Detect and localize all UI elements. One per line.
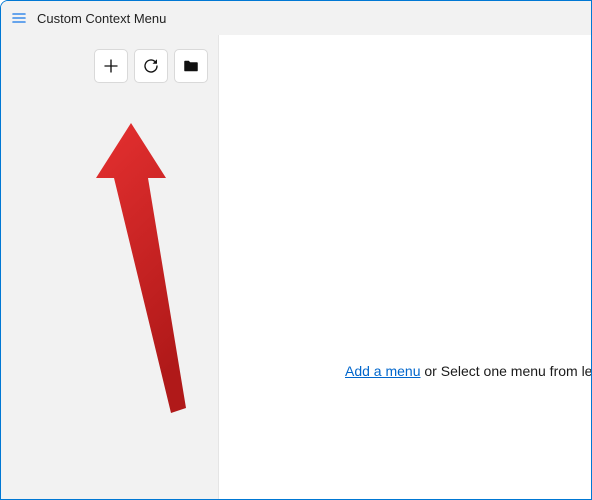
window-title: Custom Context Menu — [37, 11, 166, 26]
refresh-icon — [142, 57, 160, 75]
annotation-arrow — [96, 123, 206, 413]
refresh-button[interactable] — [134, 49, 168, 83]
main-panel: Add a menu or Select one menu from left — [219, 35, 591, 499]
titlebar: Custom Context Menu — [1, 1, 591, 35]
sidebar-toolbar — [1, 49, 218, 83]
app-window: Custom Context Menu — [0, 0, 592, 500]
empty-state-prompt: Add a menu or Select one menu from left — [345, 363, 592, 379]
add-menu-link[interactable]: Add a menu — [345, 363, 421, 379]
content-area: Add a menu or Select one menu from left — [1, 35, 591, 499]
app-menu-icon[interactable] — [11, 10, 27, 26]
sidebar — [1, 35, 219, 499]
add-button[interactable] — [94, 49, 128, 83]
plus-icon — [102, 57, 120, 75]
folder-icon — [182, 57, 200, 75]
folder-button[interactable] — [174, 49, 208, 83]
prompt-rest: or Select one menu from left — [421, 363, 592, 379]
